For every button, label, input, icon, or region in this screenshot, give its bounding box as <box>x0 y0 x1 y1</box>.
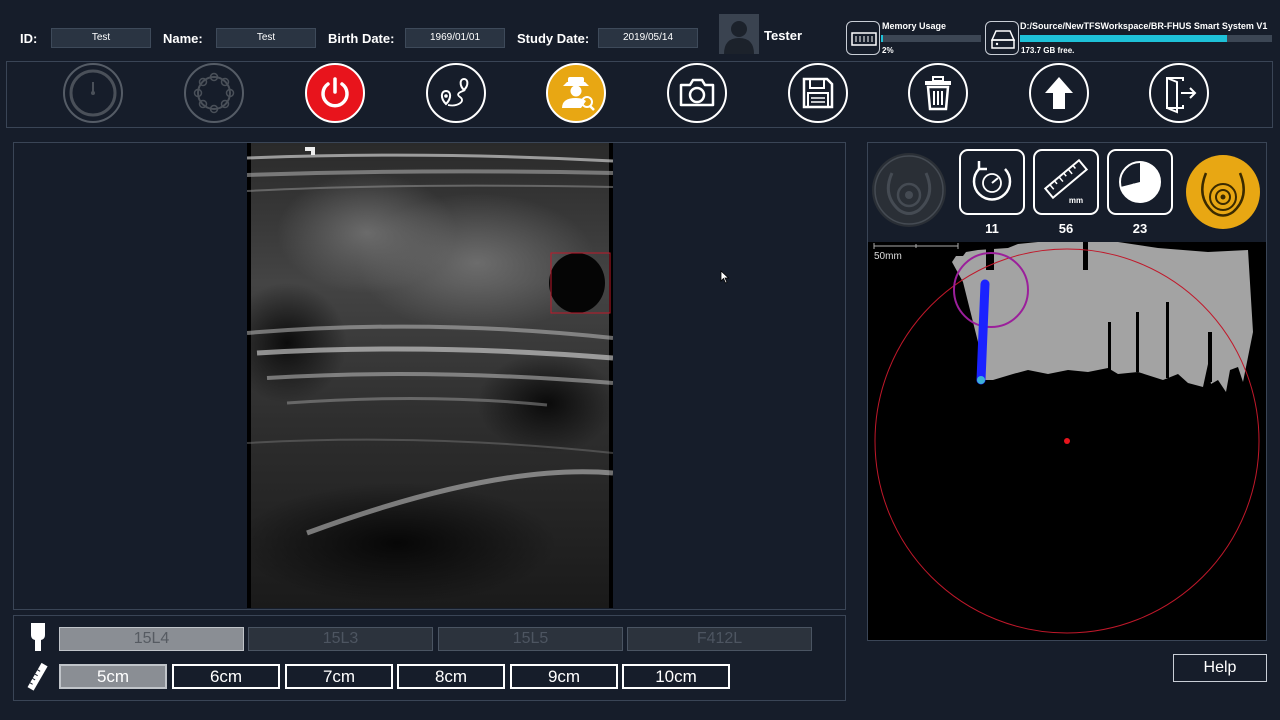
route-icon <box>440 77 469 107</box>
study-date-field[interactable]: 2019/05/14 <box>598 28 698 48</box>
inspector-icon <box>562 77 595 111</box>
delete-button[interactable] <box>908 63 968 123</box>
birth-date-label: Birth Date: <box>328 31 395 46</box>
upload-button[interactable] <box>1029 63 1089 123</box>
memory-title: Memory Usage <box>882 21 947 31</box>
depth-button-5cm[interactable]: 5cm <box>59 664 167 689</box>
gauge-button[interactable] <box>63 63 123 123</box>
mouse-cursor-icon <box>720 270 730 284</box>
scan-coverage-map[interactable]: 50mm <box>868 242 1266 640</box>
depth-button-7cm[interactable]: 7cm <box>285 664 393 689</box>
depth-button-8cm[interactable]: 8cm <box>397 664 505 689</box>
breast-target-active-icon <box>1201 172 1245 217</box>
route-button[interactable] <box>426 63 486 123</box>
ultrasound-image[interactable] <box>247 143 613 608</box>
disk-bar-fill <box>1020 35 1227 42</box>
ring-icon <box>193 72 235 114</box>
depth-ruler-icon <box>27 662 48 691</box>
breast-view-left-button[interactable] <box>872 153 946 227</box>
probe-button-f412l[interactable]: F412L <box>627 627 812 651</box>
username: Tester <box>764 28 803 43</box>
ruler-mm-icon: mm <box>1043 158 1089 205</box>
memory-icon <box>846 21 880 55</box>
depth-button-10cm[interactable]: 10cm <box>622 664 730 689</box>
name-field[interactable]: Test <box>216 28 316 48</box>
exit-icon <box>1166 77 1197 114</box>
hard-drive-icon <box>985 21 1019 55</box>
depth-button-9cm[interactable]: 9cm <box>510 664 618 689</box>
memory-bar-fill <box>881 35 883 42</box>
camera-button[interactable] <box>667 63 727 123</box>
rotation-gauge-icon <box>972 161 1012 201</box>
depth-button-6cm[interactable]: 6cm <box>172 664 280 689</box>
measure-button[interactable]: mm <box>1033 149 1099 215</box>
percent-pie-icon: % <box>1119 161 1161 203</box>
memory-bar <box>881 35 981 42</box>
map-scale-label: 50mm <box>874 251 902 262</box>
rotation-button[interactable] <box>959 149 1025 215</box>
memory-percent: 2% <box>882 46 894 55</box>
probe-button-15l4[interactable]: 15L4 <box>59 627 244 651</box>
name-label: Name: <box>163 31 203 46</box>
app-window: ID: Test Name: Test Birth Date: 1969/01/… <box>0 0 1280 720</box>
breast-view-right-button[interactable] <box>1186 155 1260 229</box>
power-button[interactable] <box>305 63 365 123</box>
percent-label: % <box>1132 182 1140 192</box>
rotation-value: 11 <box>985 221 999 236</box>
ring-button[interactable] <box>184 63 244 123</box>
trash-icon <box>925 76 951 111</box>
probe-icon <box>31 623 45 651</box>
disk-free: 173.7 GB free. <box>1021 46 1075 55</box>
probe-button-15l5[interactable]: 15L5 <box>438 627 623 651</box>
percent-button[interactable]: % <box>1107 149 1173 215</box>
disk-bar <box>1020 35 1272 42</box>
exit-button[interactable] <box>1149 63 1209 123</box>
percent-value: 23 <box>1132 221 1148 236</box>
birth-date-field[interactable]: 1969/01/01 <box>405 28 505 48</box>
probe-button-15l3[interactable]: 15L3 <box>248 627 433 651</box>
measure-value: 56 <box>1058 221 1074 236</box>
id-field[interactable]: Test <box>51 28 151 48</box>
save-button[interactable] <box>788 63 848 123</box>
breast-target-icon <box>874 155 944 225</box>
arrow-up-icon <box>1045 77 1073 109</box>
study-date-label: Study Date: <box>517 31 590 46</box>
camera-icon <box>679 78 715 107</box>
id-label: ID: <box>20 31 38 46</box>
help-button[interactable]: Help <box>1173 654 1267 682</box>
inspector-button[interactable] <box>546 63 606 123</box>
user-avatar <box>719 14 759 54</box>
ruler-unit-label: mm <box>1069 196 1083 205</box>
power-icon <box>321 77 349 108</box>
gauge-icon <box>69 69 117 117</box>
disk-path: D:/Source/NewTFSWorkspace/BR-FHUS Smart … <box>1020 21 1268 31</box>
floppy-icon <box>802 77 834 109</box>
header-bar: ID: Test Name: Test Birth Date: 1969/01/… <box>0 0 1280 60</box>
